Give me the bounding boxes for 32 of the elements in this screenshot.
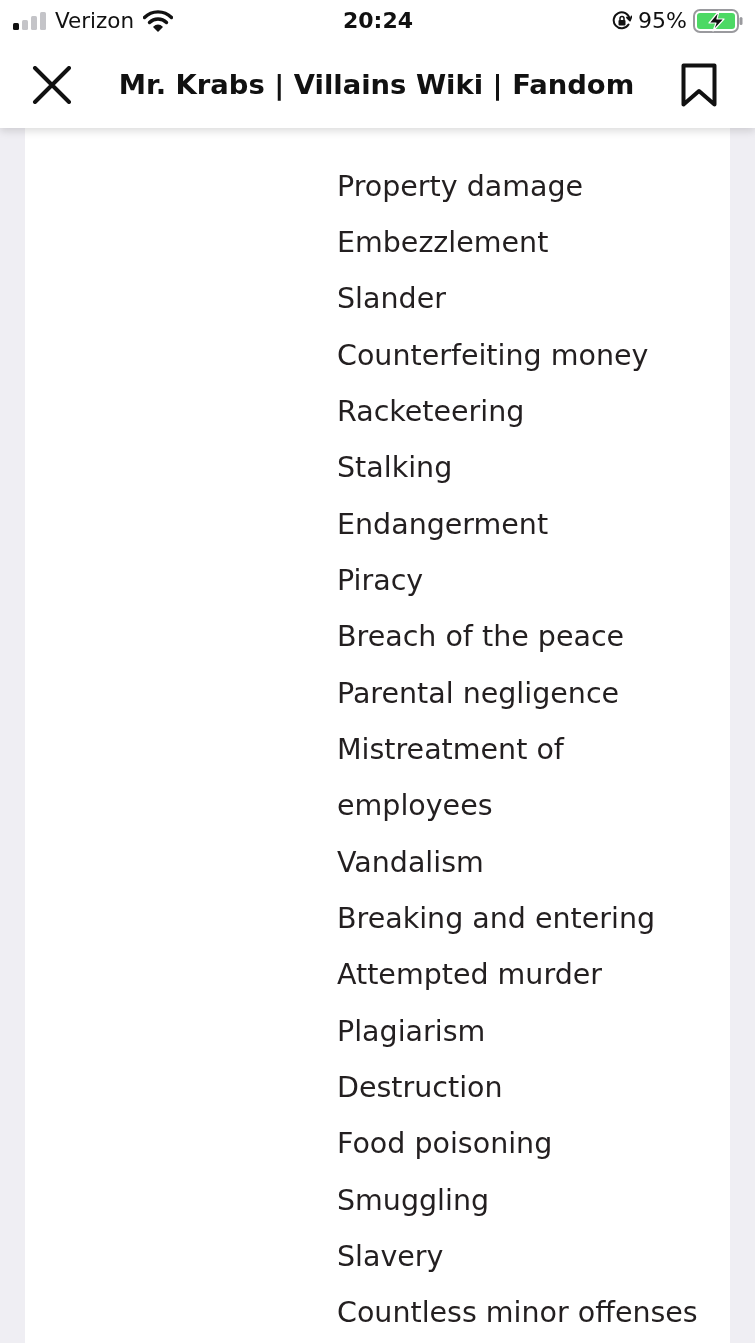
signal-bars-icon (13, 12, 46, 30)
bookmark-button[interactable] (681, 63, 717, 107)
list-item: Endangerment (337, 506, 550, 543)
close-button[interactable] (32, 66, 72, 104)
bookmark-icon (681, 63, 717, 107)
list-item: Breach of the peace (337, 619, 626, 656)
list-item: Slander (337, 281, 447, 318)
list-item: Plagiarism (337, 1013, 487, 1050)
list-item: Slavery (337, 1239, 445, 1276)
carrier-name: Verizon (55, 8, 135, 34)
list-item: Parental negligence (337, 675, 621, 712)
list-item: Smuggling (337, 1182, 491, 1219)
orientation-lock-icon (612, 11, 633, 31)
list-item: Stalking (337, 450, 454, 487)
list-item: Breaking and entering (337, 900, 657, 937)
list-item: Property damage (337, 168, 585, 205)
close-icon (32, 66, 72, 104)
battery-icon (693, 9, 743, 33)
list-item: Mistreatment of employees (337, 731, 566, 825)
wifi-icon (143, 10, 174, 32)
page-title: Mr. Krabs | Villains Wiki | Fandom (117, 68, 636, 102)
list-item: Piracy (337, 562, 425, 599)
list-item: Food poisoning (337, 1126, 554, 1163)
list-item: Destruction (337, 1070, 504, 1106)
list-item: Countless minor offenses (337, 1295, 699, 1332)
list-item: Attempted murder (337, 957, 603, 994)
list-item: Vandalism (337, 844, 485, 881)
list-item: Counterfeiting money (337, 337, 650, 374)
battery-percentage: 95% (638, 8, 687, 34)
list-item: Embezzlement (337, 224, 550, 261)
list-item: Racketeering (337, 393, 526, 430)
clock-time: 20:24 (343, 8, 413, 34)
